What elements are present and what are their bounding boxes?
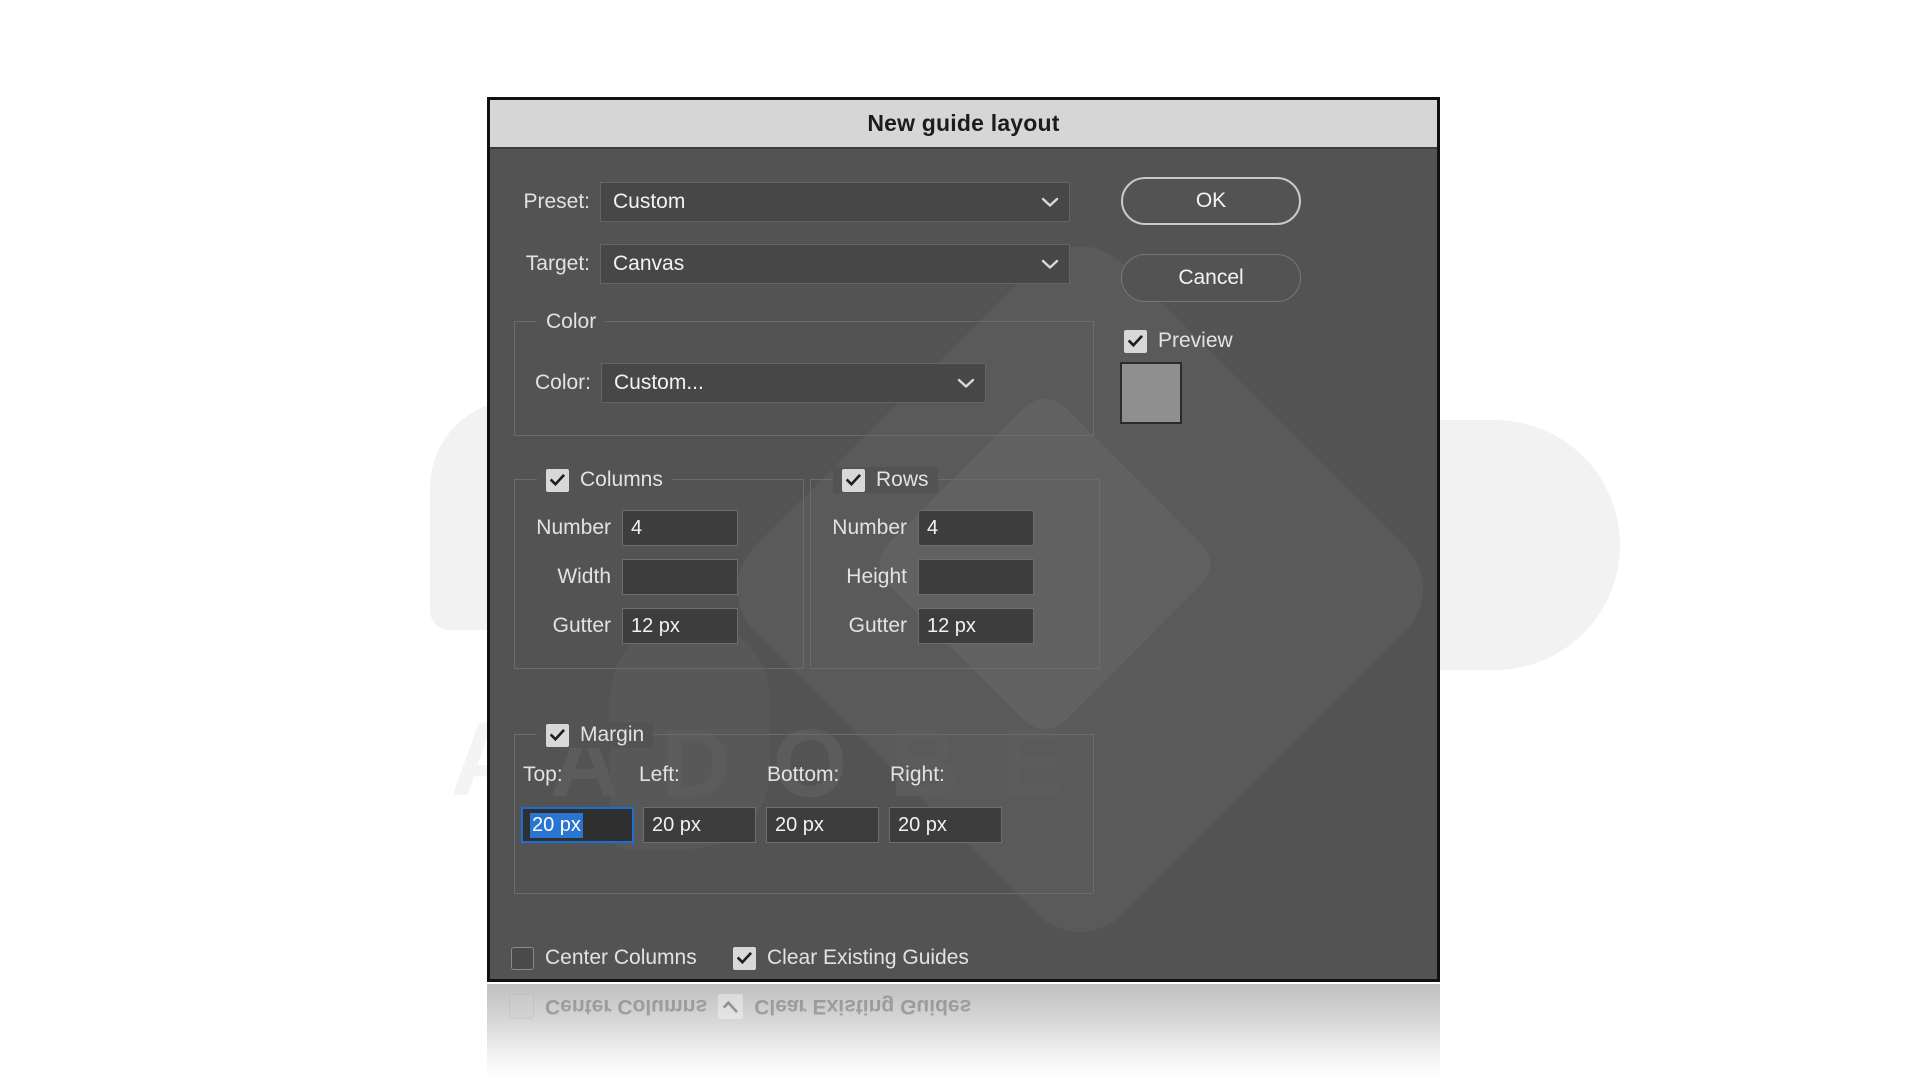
margin-right-value: 20 px [898, 813, 947, 836]
margin-checkbox[interactable] [546, 723, 569, 747]
color-field-row: Color: Custom... [491, 363, 986, 403]
columns-number-input[interactable]: 4 [622, 510, 738, 546]
rows-group: Rows Number 4 Height Gutter 12 px [810, 467, 1100, 669]
columns-gutter-row: Gutter 12 px [491, 608, 738, 644]
chevron-down-icon [957, 377, 975, 389]
rows-number-input[interactable]: 4 [918, 510, 1034, 546]
target-row: Target: Canvas [490, 244, 1070, 284]
margin-bottom-input[interactable]: 20 px [766, 807, 879, 843]
rows-gutter-value: 12 px [927, 614, 976, 637]
columns-gutter-label: Gutter [552, 614, 611, 637]
color-group-legend-label: Color [546, 310, 597, 333]
clear-existing-guides-checkbox[interactable] [733, 946, 756, 970]
cancel-button-label: Cancel [1178, 266, 1244, 289]
margin-right-input[interactable]: 20 px [889, 807, 1002, 843]
dialog-reflection: Center Columns Clear Existing Guides [487, 984, 1440, 1080]
rows-gutter-label: Gutter [848, 614, 907, 637]
margin-left-input[interactable]: 20 px [643, 807, 756, 843]
preset-value: Custom [613, 190, 686, 213]
reflection-footer-row: Center Columns Clear Existing Guides [509, 994, 971, 1019]
target-label: Target: [525, 252, 590, 275]
margin-top-value: 20 px [530, 812, 583, 838]
columns-checkbox[interactable] [546, 468, 569, 492]
columns-gutter-input[interactable]: 12 px [622, 608, 738, 644]
margin-group: Margin Top: Left: Bottom: Right: 20 px 2… [514, 722, 1094, 894]
preview-checkbox-row[interactable]: Preview [1124, 329, 1233, 353]
columns-width-row: Width [491, 559, 738, 595]
columns-gutter-value: 12 px [631, 614, 680, 637]
reflection-center-columns-checkbox [509, 994, 534, 1019]
color-field-label: Color: [534, 371, 591, 394]
margin-bottom-value: 20 px [775, 813, 824, 836]
columns-number-row: Number 4 [491, 510, 738, 546]
color-swatch[interactable] [1120, 362, 1182, 424]
columns-group-legend-label: Columns [580, 468, 663, 491]
rows-number-row: Number 4 [787, 510, 1034, 546]
preview-checkbox[interactable] [1124, 329, 1147, 353]
rows-height-label: Height [846, 565, 907, 588]
columns-group: Columns Number 4 Width Gutter 12 px [514, 467, 804, 669]
rows-height-row: Height [787, 559, 1034, 595]
rows-gutter-input[interactable]: 12 px [918, 608, 1034, 644]
columns-number-value: 4 [631, 516, 643, 539]
dialog-body: ADOBE Preset: Custom Target: Canvas OK C… [490, 149, 1437, 979]
chevron-down-icon [1041, 258, 1059, 270]
margin-left-label: Left: [639, 763, 680, 786]
clear-existing-guides-row[interactable]: Clear Existing Guides [733, 946, 969, 970]
rows-number-value: 4 [927, 516, 939, 539]
reflection-clear-guides-checkbox [718, 994, 744, 1019]
preset-label: Preset: [523, 190, 590, 213]
margin-group-legend-label: Margin [580, 723, 645, 746]
margin-top-label: Top: [523, 763, 563, 786]
rows-height-input[interactable] [918, 559, 1034, 595]
clear-existing-guides-label: Clear Existing Guides [767, 946, 969, 969]
rows-number-label: Number [832, 516, 907, 539]
color-select[interactable]: Custom... [601, 363, 986, 403]
preset-select[interactable]: Custom [600, 182, 1070, 222]
color-select-value: Custom... [614, 371, 704, 394]
rows-group-legend-label: Rows [876, 468, 929, 491]
margin-bottom-label: Bottom: [767, 763, 840, 786]
target-value: Canvas [613, 252, 685, 275]
color-group: Color Color: Custom... [514, 309, 1094, 436]
margin-group-legend[interactable]: Margin [537, 722, 654, 748]
dialog-titlebar: New guide layout [490, 100, 1437, 149]
center-columns-checkbox[interactable] [511, 946, 534, 970]
rows-gutter-row: Gutter 12 px [787, 608, 1034, 644]
rows-checkbox[interactable] [842, 468, 865, 492]
reflection-surface: Center Columns Clear Existing Guides [487, 984, 1440, 1080]
columns-group-legend[interactable]: Columns [537, 467, 672, 493]
chevron-down-icon [1041, 196, 1059, 208]
reflection-center-columns-label: Center Columns [545, 995, 708, 1019]
preview-label: Preview [1158, 329, 1233, 352]
center-columns-label: Center Columns [545, 946, 697, 969]
color-group-legend: Color [537, 309, 606, 335]
new-guide-layout-dialog: New guide layout ADOBE Preset: Custom Ta… [487, 97, 1440, 982]
columns-width-label: Width [557, 565, 611, 588]
ok-button-label: OK [1195, 189, 1227, 212]
rows-group-legend[interactable]: Rows [833, 467, 938, 493]
margin-right-label: Right: [890, 763, 945, 786]
cancel-button[interactable]: Cancel [1121, 254, 1301, 302]
columns-number-label: Number [536, 516, 611, 539]
preset-row: Preset: Custom [490, 182, 1070, 222]
target-select[interactable]: Canvas [600, 244, 1070, 284]
dialog-title: New guide layout [867, 110, 1060, 136]
reflection-clear-guides-label: Clear Existing Guides [754, 995, 972, 1019]
center-columns-row[interactable]: Center Columns [511, 946, 697, 970]
columns-width-input[interactable] [622, 559, 738, 595]
margin-top-input[interactable]: 20 px [521, 807, 634, 843]
ok-button[interactable]: OK [1121, 177, 1301, 225]
margin-left-value: 20 px [652, 813, 701, 836]
reflection-content: Center Columns Clear Existing Guides [487, 984, 1440, 1080]
watermark-shape-right [1430, 420, 1620, 670]
